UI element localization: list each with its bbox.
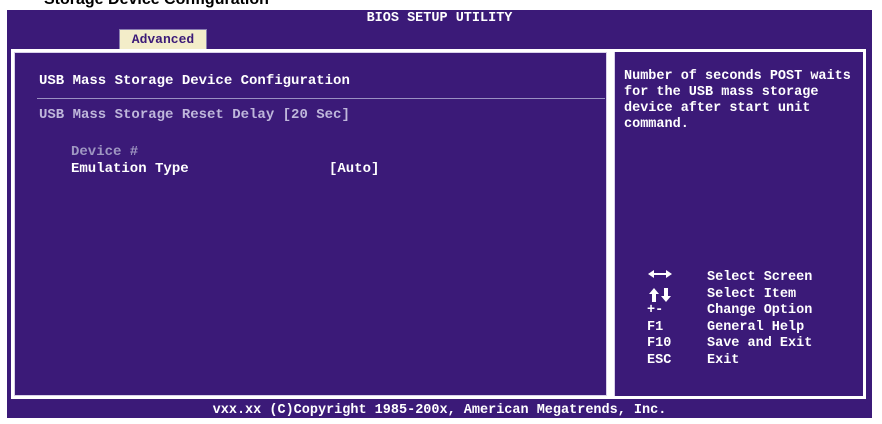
key-desc: Save and Exit — [707, 336, 813, 351]
bios-screen: BIOS SETUP UTILITY Advanced USB Mass Sto… — [7, 10, 872, 418]
clipped-document-caption: Storage Device Configuration — [0, 0, 882, 10]
main-area: USB Mass Storage Device Configuration US… — [11, 49, 866, 399]
key-label: +- — [647, 303, 664, 318]
emulation-type-value[interactable]: [Auto] — [329, 161, 379, 177]
key-desc: Exit — [707, 352, 740, 368]
key-label: F1 — [647, 319, 664, 335]
key-label: F10 — [647, 336, 672, 351]
help-text: Number of seconds POST waits for the USB… — [624, 69, 851, 132]
key-label: ESC — [647, 352, 672, 368]
key-desc: Select Screen — [707, 270, 813, 285]
bios-title: BIOS SETUP UTILITY — [366, 11, 513, 26]
tab-advanced[interactable]: Advanced — [119, 29, 207, 49]
key-desc: Change Option — [707, 303, 813, 318]
key-desc: General Help — [707, 319, 805, 335]
key-desc: Select Item — [707, 286, 797, 302]
section-divider — [37, 98, 605, 99]
settings-pane: USB Mass Storage Device Configuration US… — [14, 52, 607, 396]
copyright-footer: vxx.xx (C)Copyright 1985-200x, American … — [212, 403, 667, 418]
help-pane: Number of seconds POST waits for the USB… — [614, 52, 863, 396]
caption-text: Storage Device Configuration — [44, 0, 269, 9]
section-title: USB Mass Storage Device Configuration — [39, 73, 350, 89]
reset-delay-option[interactable]: USB Mass Storage Reset Delay [20 Sec] — [39, 107, 350, 123]
device-label: Device # — [71, 144, 139, 160]
emulation-type-label[interactable]: Emulation Type — [71, 161, 189, 177]
